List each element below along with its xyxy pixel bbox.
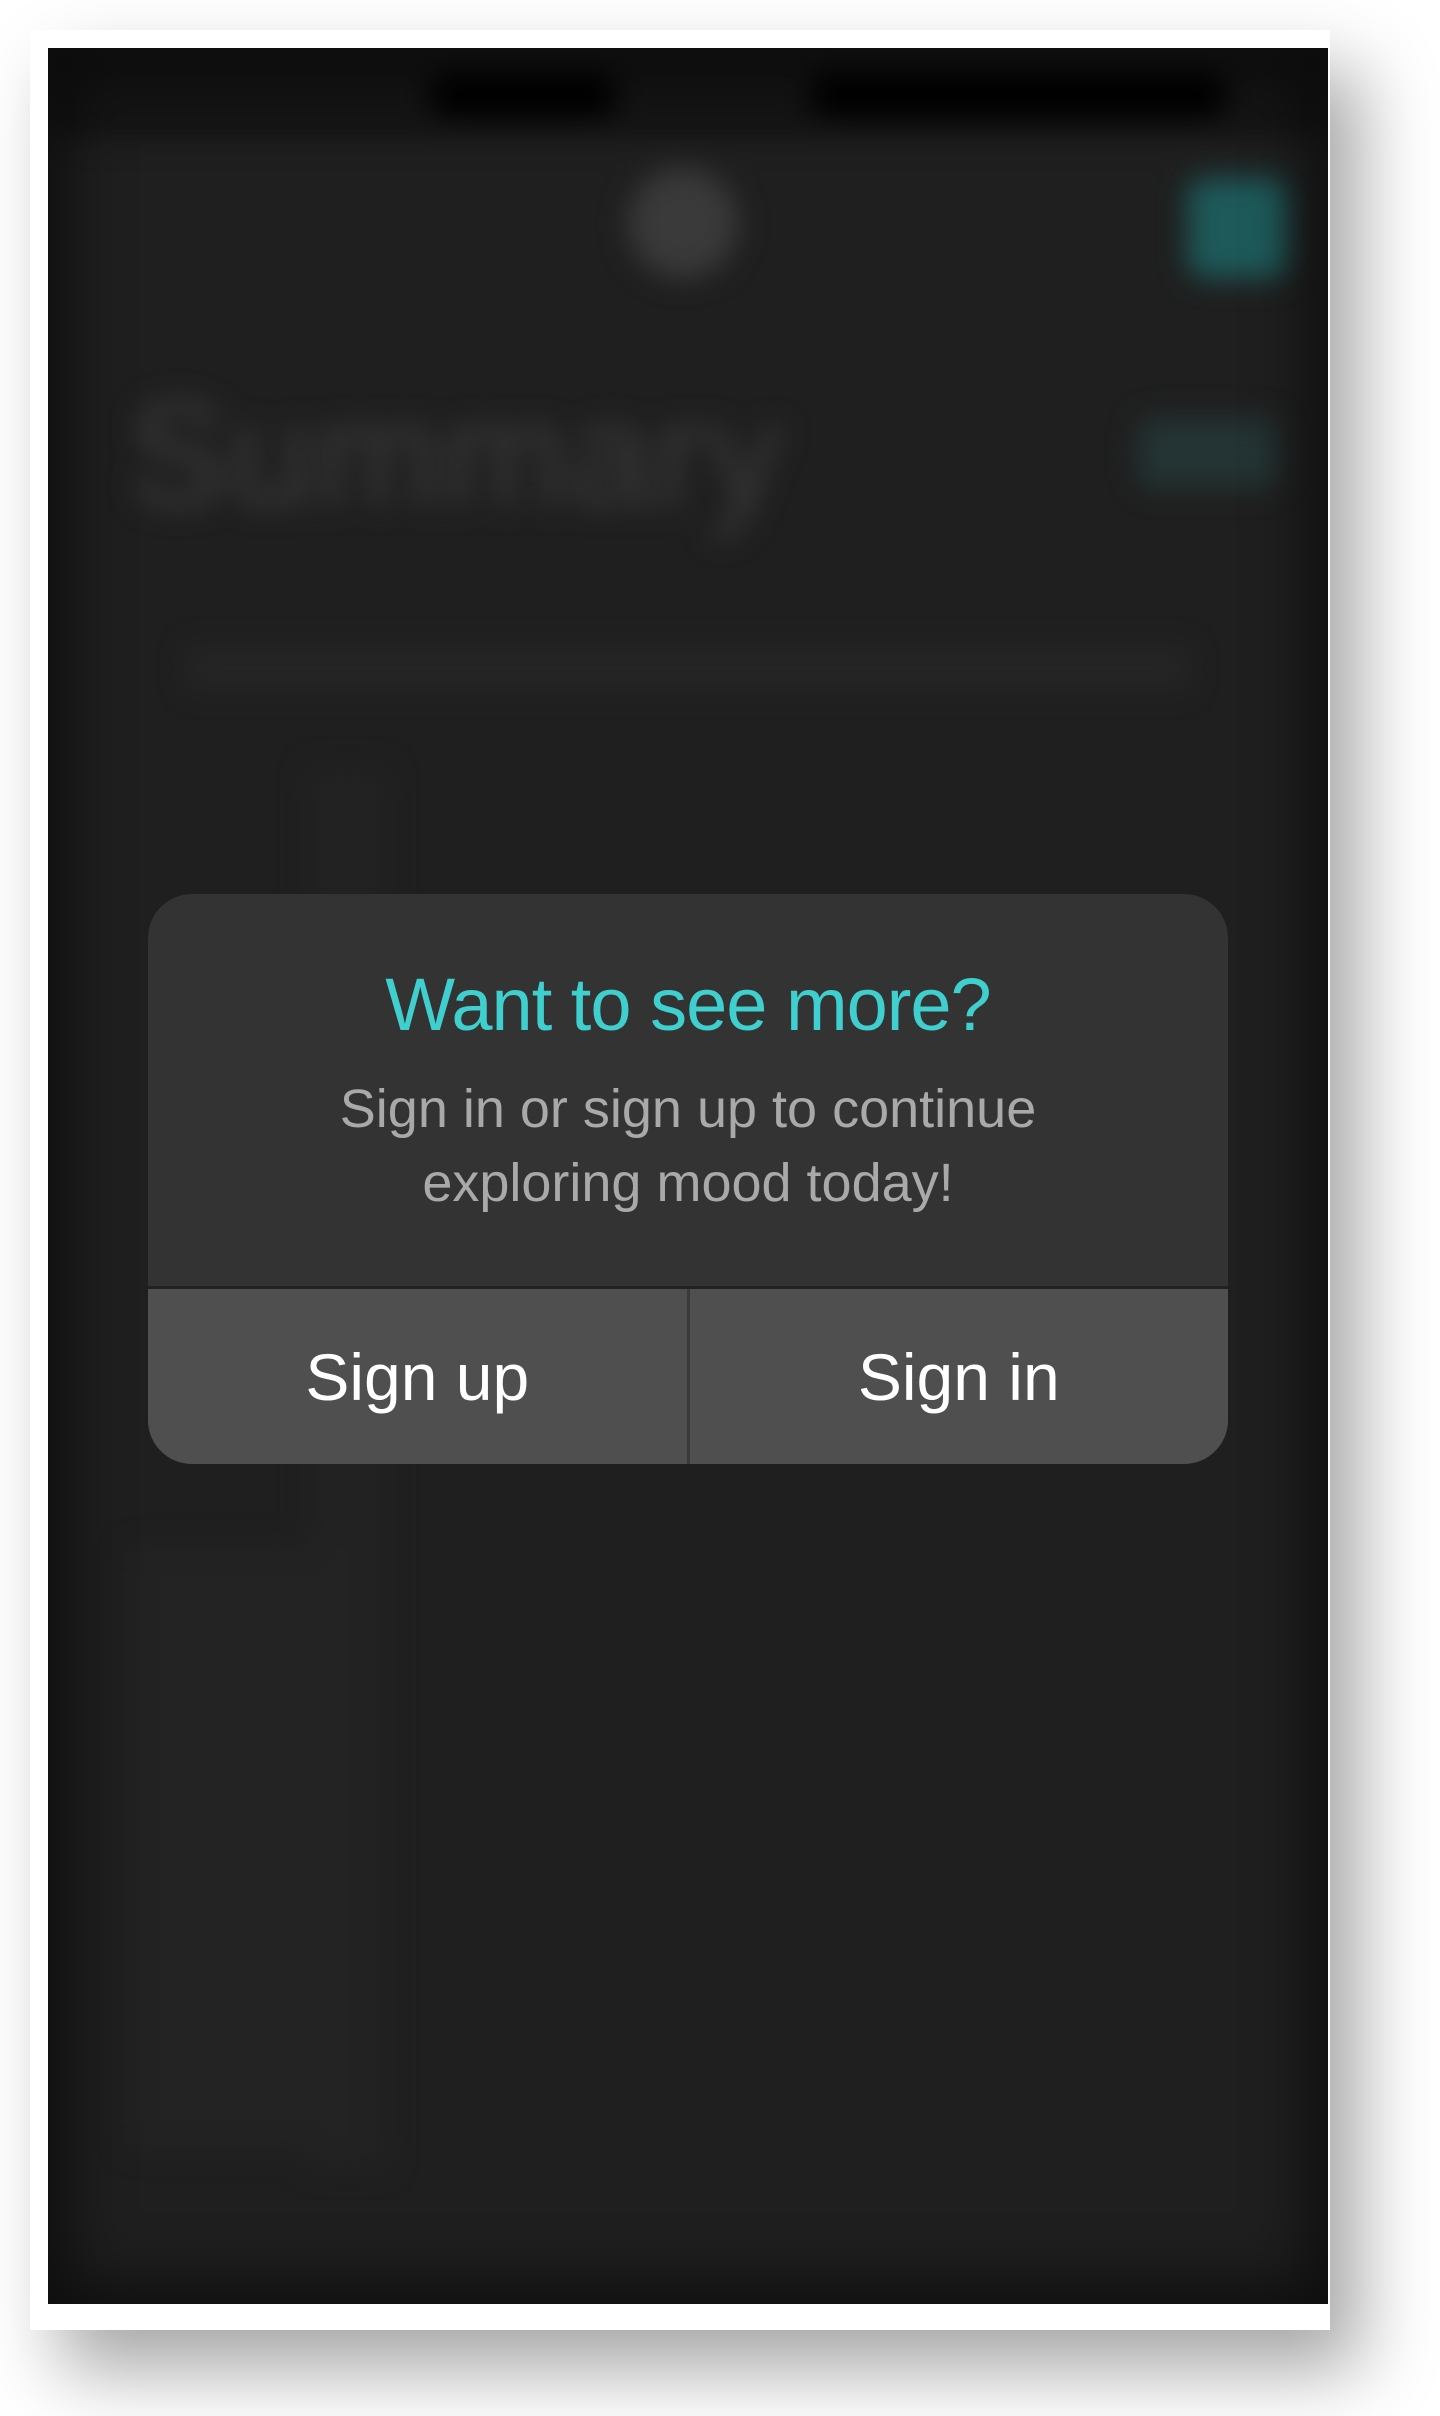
sign-up-button[interactable]: Sign up [148, 1289, 687, 1464]
modal-message-line-1: Sign in or sign up to continue [339, 1079, 1037, 1139]
background-badge [1138, 418, 1278, 488]
modal-title: Want to see more? [385, 963, 991, 1046]
background-panel [128, 1548, 348, 2148]
settings-icon [1188, 178, 1288, 278]
device-screen: Summary Want to see more? Sign in or sig… [48, 48, 1328, 2304]
modal-actions: Sign up Sign in [148, 1289, 1228, 1464]
modal-message-line-2: exploring mood today! [422, 1153, 954, 1213]
modal-message: Sign in or sign up to continue exploring… [148, 1072, 1228, 1220]
app-logo-icon [628, 168, 738, 278]
sign-in-button[interactable]: Sign in [690, 1289, 1229, 1464]
background-row [188, 648, 1188, 688]
canvas: Summary Want to see more? Sign in or sig… [0, 0, 1440, 2416]
background-page-title: Summary [128, 370, 784, 538]
status-bar-indicators [808, 72, 1228, 116]
status-bar-time [428, 72, 618, 116]
status-bar [48, 48, 1328, 138]
sign-in-prompt-modal: Want to see more? Sign in or sign up to … [148, 894, 1228, 1464]
